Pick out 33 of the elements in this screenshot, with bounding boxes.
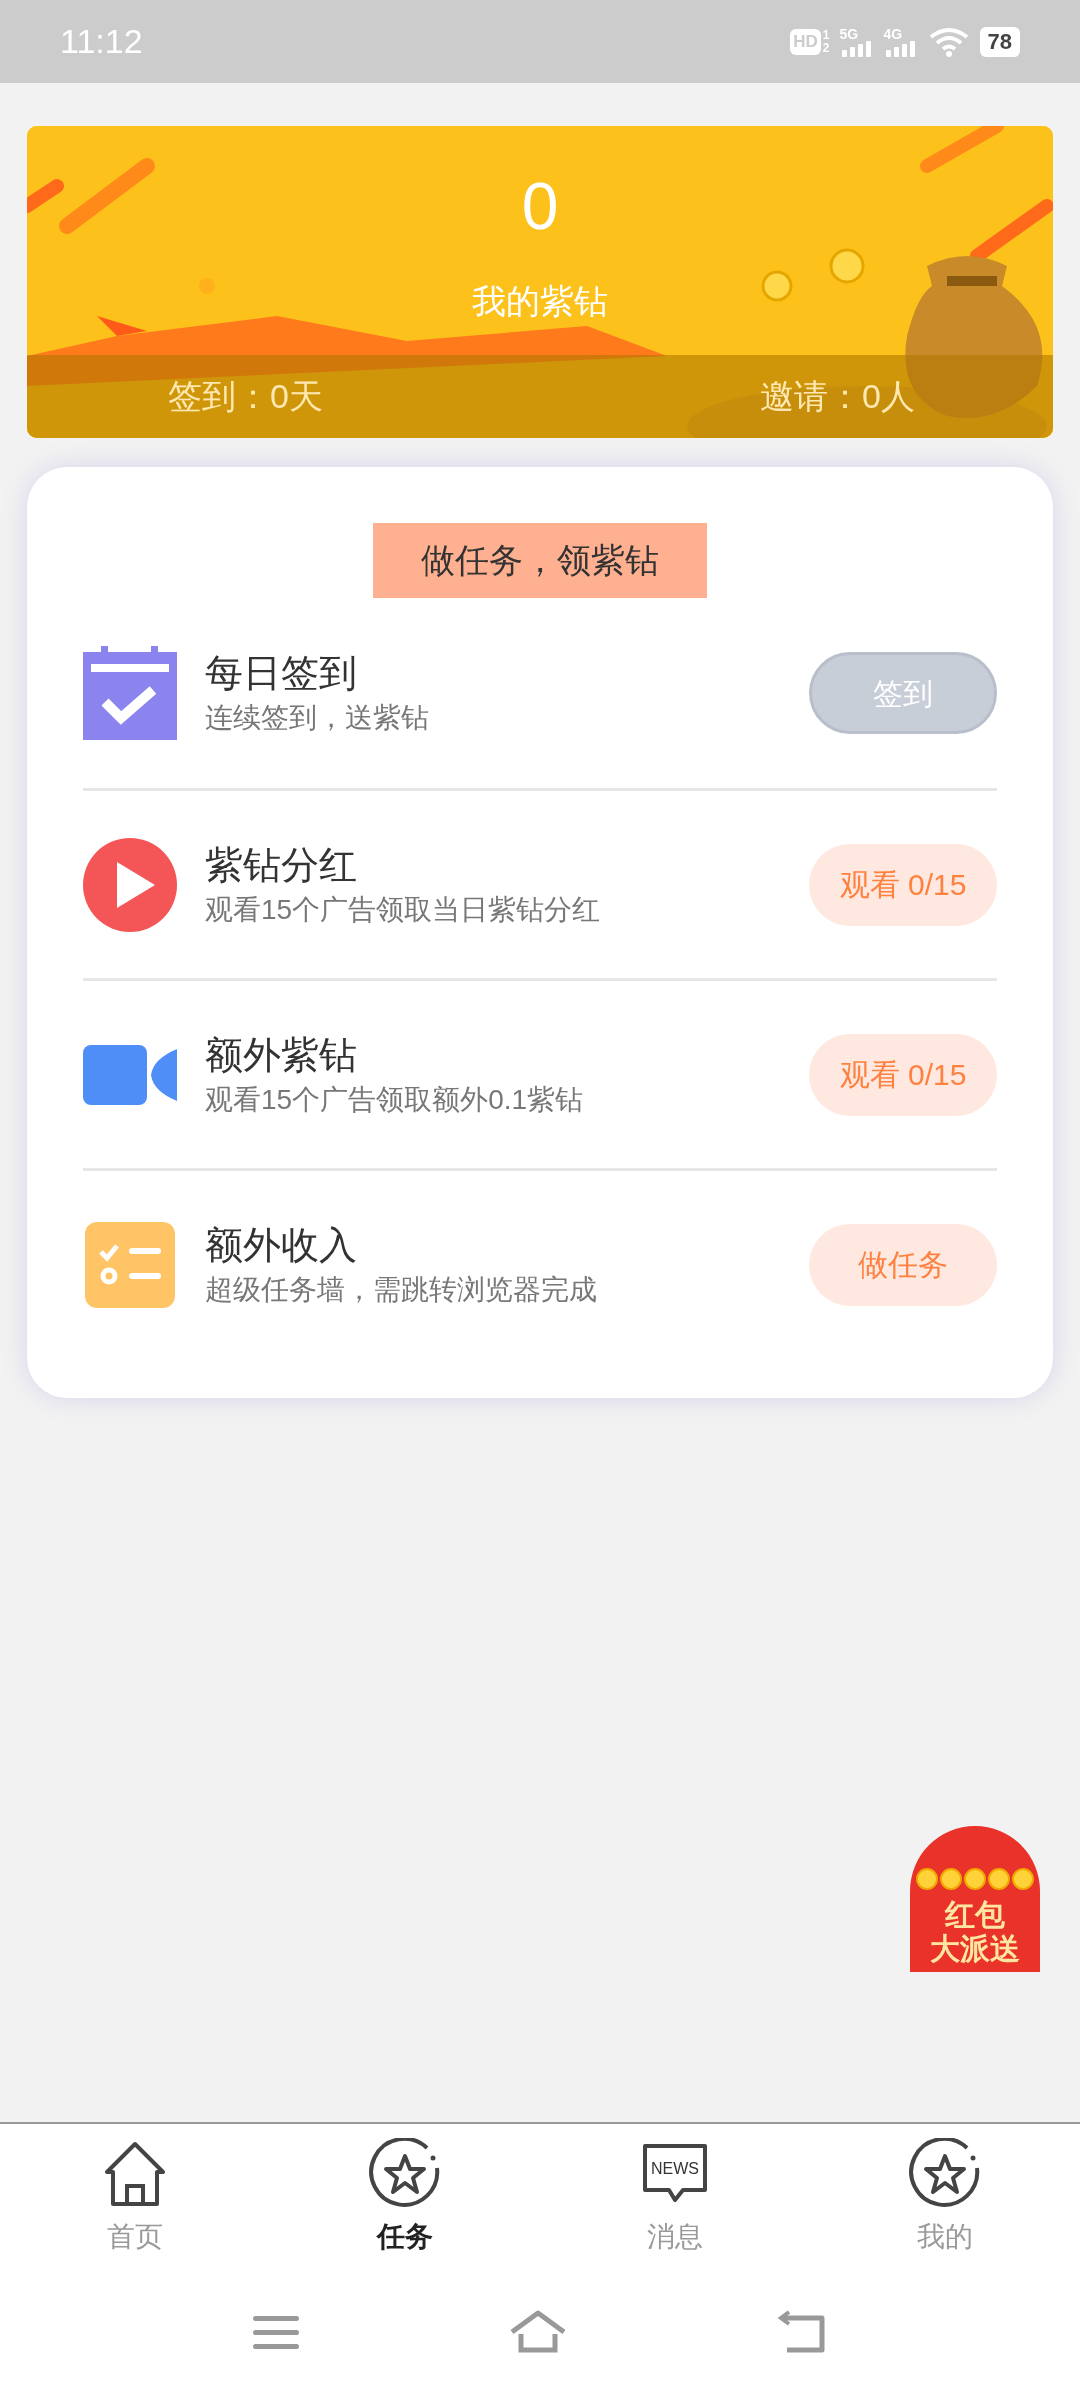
video-camera-icon [83, 1044, 177, 1105]
star-icon [909, 2138, 981, 2210]
task-description: 观看15个广告领取额外0.1紫钻 [205, 1082, 584, 1117]
task-button[interactable]: 观看 0/15 [809, 1033, 997, 1116]
task-title: 紫钻分红 [205, 842, 358, 888]
task-button[interactable]: 观看 0/15 [809, 843, 997, 926]
battery-level: 78 [979, 26, 1020, 57]
star-icon [369, 2138, 441, 2210]
nav-tab[interactable]: 首页 [0, 2124, 270, 2264]
nav-tab[interactable]: 我的 [810, 2124, 1080, 2264]
signal-icon [883, 40, 918, 57]
task-title: 每日签到 [205, 651, 358, 696]
nav-tab[interactable]: NEWS 消息 [540, 2124, 810, 2264]
wifi-icon [927, 26, 970, 57]
task-button[interactable]: 做任务 [809, 1223, 997, 1306]
checkin-days: 签到：0天 [168, 371, 323, 422]
task-title: 额外收入 [205, 1222, 358, 1268]
nav-tab[interactable]: 任务 [270, 2124, 540, 2264]
task-title: 额外紫钻 [205, 1032, 358, 1078]
invite-count: 邀请：0人 [760, 376, 915, 417]
section-heading: 做任务，领紫钻 [373, 523, 707, 598]
signal-icon [839, 40, 874, 57]
play-icon [83, 837, 177, 932]
task-description: 连续签到，送紫钻 [205, 701, 429, 735]
calendar-check-icon [83, 646, 177, 740]
task-description: 超级任务墙，需跳转浏览器完成 [205, 1272, 597, 1307]
lucky-envelope-button[interactable]: 红包 大派送 [910, 1826, 1040, 1972]
back-icon[interactable] [777, 2310, 827, 2354]
diamond-count: 0 [520, 168, 560, 245]
checklist-icon [85, 1221, 175, 1308]
home-icon[interactable] [509, 2310, 567, 2354]
banner-label: 我的紫钻 [472, 281, 608, 322]
task-description: 观看15个广告领取当日紫钻分红 [205, 892, 601, 927]
